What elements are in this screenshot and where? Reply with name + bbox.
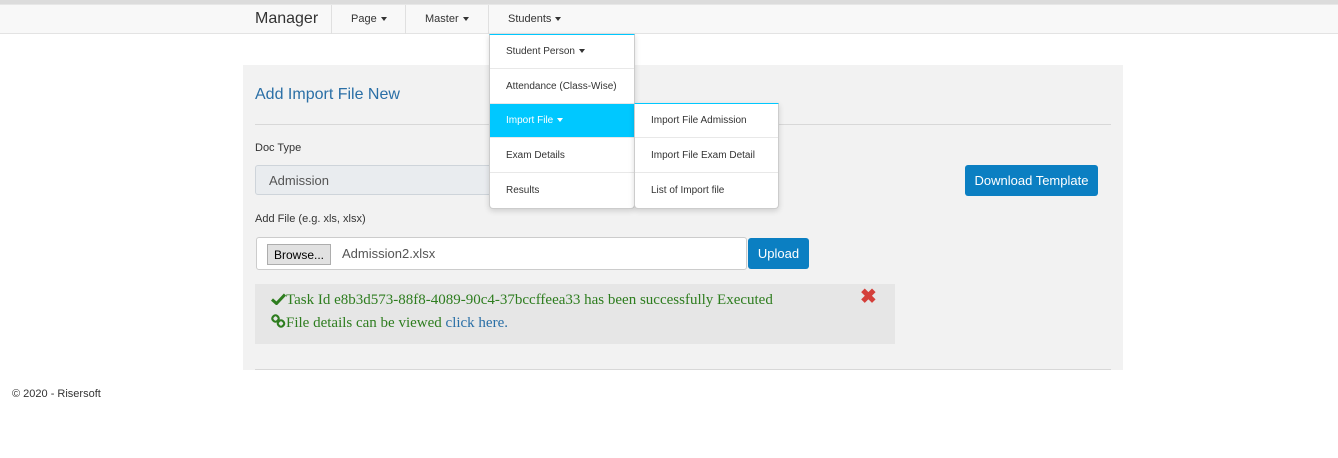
menu-item-import-file[interactable]: Import File: [490, 104, 634, 138]
menu-item-label: Attendance (Class-Wise): [506, 81, 617, 92]
menu-item-label: Student Person: [506, 46, 575, 57]
nav-page[interactable]: Page: [351, 13, 387, 25]
caret-down-icon: [555, 17, 562, 22]
upload-button[interactable]: Upload: [748, 238, 809, 269]
panel-divider: [255, 369, 1111, 370]
caret-down-icon: [557, 118, 564, 123]
caret-down-icon: [462, 17, 469, 22]
task-message: Task Id e8b3d573-88f8-4089-90c4-37bccffe…: [286, 292, 773, 308]
download-template-button[interactable]: Download Template: [965, 165, 1098, 196]
menu-item-label: Import File Admission: [651, 115, 747, 126]
menu-item-results[interactable]: Results: [490, 174, 634, 208]
menu-item-label: Exam Details: [506, 150, 565, 161]
nav-master[interactable]: Master: [425, 13, 469, 25]
navbar: Manager Page Master Students: [0, 4, 1338, 34]
menu-item-list-import[interactable]: List of Import file: [635, 174, 778, 208]
nav-page-label: Page: [351, 13, 377, 25]
link-icon: [271, 314, 286, 328]
menu-item-import-exam-detail[interactable]: Import File Exam Detail: [635, 139, 778, 173]
menu-item-student-person[interactable]: Student Person: [490, 35, 634, 69]
menu-item-label: Results: [506, 185, 540, 196]
check-icon: [271, 293, 287, 306]
doc-type-label: Doc Type: [255, 142, 302, 154]
menu-item-attendance[interactable]: Attendance (Class-Wise): [490, 70, 634, 104]
caret-down-icon: [578, 49, 585, 54]
close-icon[interactable]: ✖: [860, 284, 877, 309]
page-title: Add Import File New: [255, 86, 400, 103]
menu-item-exam-details[interactable]: Exam Details: [490, 139, 634, 173]
caret-down-icon: [380, 17, 387, 22]
success-alert: Task Id e8b3d573-88f8-4089-90c4-37bccffe…: [255, 284, 895, 344]
menu-item-label: Import File Exam Detail: [651, 150, 755, 161]
nav-divider: [405, 5, 406, 34]
doc-type-select[interactable]: Admission: [255, 165, 495, 195]
nav-divider: [331, 5, 332, 34]
add-file-label: Add File (e.g. xls, xlsx): [255, 213, 366, 225]
nav-divider: [488, 5, 489, 34]
browse-button[interactable]: Browse...: [267, 244, 332, 265]
brand-title[interactable]: Manager: [255, 10, 318, 28]
nav-students-label: Students: [508, 13, 552, 25]
details-link[interactable]: click here.: [446, 315, 508, 331]
details-line: File details can be viewed click here.: [271, 314, 508, 332]
file-input[interactable]: Browse... Admission2.xlsx: [256, 237, 747, 270]
details-prefix: File details can be viewed: [286, 315, 442, 331]
students-dropdown: Student Person Attendance (Class-Wise) I…: [489, 34, 635, 209]
footer-text: © 2020 - Risersoft: [12, 388, 101, 400]
file-name: Admission2.xlsx: [342, 246, 436, 261]
nav-students[interactable]: Students: [508, 13, 562, 25]
task-message-line: Task Id e8b3d573-88f8-4089-90c4-37bccffe…: [271, 292, 773, 309]
nav-master-label: Master: [425, 13, 459, 25]
menu-item-label: List of Import file: [651, 185, 725, 196]
menu-item-import-admission[interactable]: Import File Admission: [635, 104, 778, 138]
menu-item-label: Import File: [506, 115, 554, 126]
import-file-submenu: Import File Admission Import File Exam D…: [634, 103, 779, 209]
